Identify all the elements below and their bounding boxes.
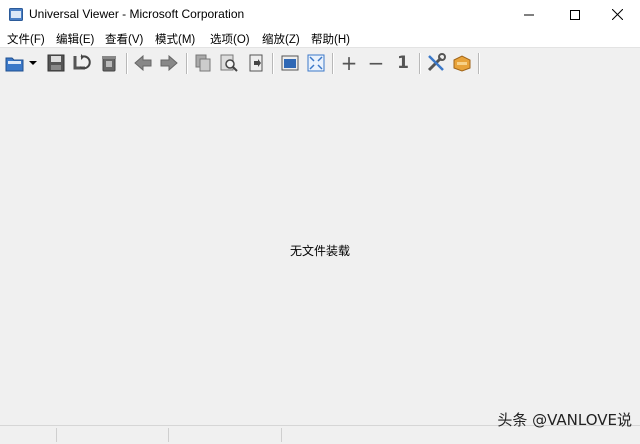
delete-button[interactable] <box>98 52 120 74</box>
arrow-right-icon <box>160 55 178 71</box>
menu-view[interactable]: 查看(V) <box>105 31 143 47</box>
arrow-left-icon <box>134 55 152 71</box>
package-icon <box>453 55 471 72</box>
save-button[interactable] <box>45 52 67 74</box>
zoom-in-button[interactable]: + <box>338 51 360 75</box>
viewer-area[interactable]: 无文件装载 <box>0 79 640 425</box>
trash-icon <box>102 56 116 72</box>
toolbar-separator <box>126 53 128 74</box>
open-folder-icon <box>5 57 24 72</box>
find-button[interactable] <box>218 52 240 74</box>
minus-icon: − <box>367 51 385 75</box>
toolbar-separator <box>419 53 421 74</box>
menu-help[interactable]: 帮助(H) <box>311 31 350 47</box>
plugins-button[interactable] <box>451 52 473 74</box>
close-button[interactable] <box>594 0 640 29</box>
minimize-button[interactable] <box>506 0 552 29</box>
fullscreen-button[interactable] <box>305 52 327 74</box>
print-page-icon <box>249 54 263 72</box>
menu-zoom[interactable]: 缩放(Z) <box>262 31 300 47</box>
title-bar: Universal Viewer - Microsoft Corporation <box>0 0 640 29</box>
status-separator <box>56 428 57 442</box>
menu-mode[interactable]: 模式(M) <box>155 31 195 47</box>
reload-icon <box>73 54 91 70</box>
maximize-button[interactable] <box>552 0 598 29</box>
copy-button[interactable] <box>192 52 214 74</box>
menu-bar: 文件(F) 编辑(E) 查看(V) 模式(M) 选项(O) 缩放(Z) 帮助(H… <box>0 29 640 47</box>
watermark: 头条 @VANLOVE说 <box>497 411 632 429</box>
menu-edit[interactable]: 编辑(E) <box>56 31 94 47</box>
toolbar-separator <box>272 53 274 74</box>
print-button[interactable] <box>245 52 267 74</box>
maximize-icon <box>570 9 580 20</box>
status-separator <box>168 428 169 442</box>
tools-icon <box>427 53 446 72</box>
fullscreen-icon <box>307 54 325 72</box>
minimize-icon <box>524 14 534 15</box>
save-disk-icon <box>47 54 65 72</box>
toolbar-separator <box>186 53 188 74</box>
plus-icon: + <box>340 51 358 75</box>
zoom-out-button[interactable]: − <box>365 51 387 75</box>
fit-window-button[interactable] <box>279 52 301 74</box>
status-separator <box>281 428 282 442</box>
copy-icon <box>195 54 211 72</box>
open-dropdown-button[interactable] <box>27 52 39 74</box>
close-icon <box>611 9 623 20</box>
original-size-button[interactable]: 1 <box>392 52 414 74</box>
next-file-button[interactable] <box>158 52 180 74</box>
menu-file[interactable]: 文件(F) <box>7 31 45 47</box>
app-icon <box>9 8 23 21</box>
open-button[interactable] <box>4 52 26 74</box>
empty-message: 无文件装载 <box>289 244 350 258</box>
toolbar: + − 1 <box>0 47 640 80</box>
search-icon <box>220 54 238 72</box>
reload-button[interactable] <box>71 52 93 74</box>
toolbar-separator <box>332 53 334 74</box>
toolbar-separator <box>478 53 480 74</box>
previous-file-button[interactable] <box>132 52 154 74</box>
one-to-one-icon: 1 <box>397 53 409 73</box>
fit-window-icon <box>281 55 299 71</box>
chevron-down-icon <box>29 61 37 65</box>
menu-options[interactable]: 选项(O) <box>210 31 250 47</box>
options-button[interactable] <box>425 52 447 74</box>
window-title: Universal Viewer - Microsoft Corporation <box>29 7 245 21</box>
